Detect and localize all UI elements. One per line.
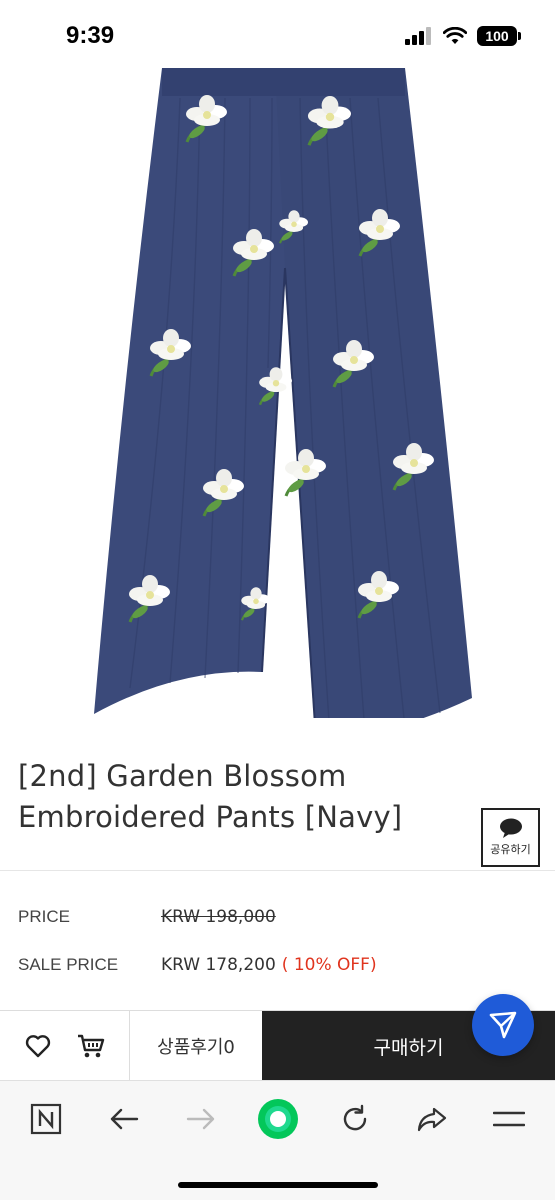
share-label: 공유하기 [490,843,531,856]
green-dot-icon [258,1099,298,1139]
refresh-button[interactable] [333,1097,377,1141]
paper-plane-icon [489,1011,517,1039]
wifi-icon [443,27,467,44]
menu-button[interactable] [487,1097,531,1141]
speech-bubble-icon [499,818,522,838]
arrow-right-icon [186,1108,215,1130]
browser-toolbar [0,1080,555,1200]
product-title: [2nd] Garden Blossom Embroidered Pants [… [18,759,403,834]
back-button[interactable] [102,1097,146,1141]
action-icons [0,1011,130,1081]
divider [0,870,555,871]
share-button[interactable]: 공유하기 [481,808,540,867]
discount-badge: ( 10% OFF) [281,955,377,975]
hamburger-menu-icon [493,1111,525,1127]
sale-price-label: SALE PRICE [18,955,119,974]
sale-price: KRW 178,200 [161,955,276,975]
product-image[interactable] [0,68,555,741]
heart-icon[interactable] [25,1034,51,1058]
greendot-button[interactable] [256,1097,300,1141]
pants-illustration [94,68,472,741]
cart-icon[interactable] [77,1033,105,1059]
floating-send-button[interactable] [472,994,534,1056]
cellular-signal-icon [405,27,431,45]
battery-icon: 100 [477,26,521,46]
home-indicator [178,1182,378,1188]
original-price: KRW 198,000 [161,907,276,927]
share-arrow-icon [417,1107,447,1132]
sale-price-row: SALE PRICE KRW 178,200 ( 10% OFF) [18,955,377,975]
status-time: 9:39 [66,22,115,49]
naver-n-icon [30,1103,62,1135]
arrow-left-icon [110,1108,139,1130]
forward-button[interactable] [179,1097,223,1141]
status-bar: 9:39 100 [0,0,555,68]
status-icons: 100 [405,26,521,46]
share-page-button[interactable] [410,1097,454,1141]
naver-home-button[interactable] [24,1097,68,1141]
refresh-icon [343,1104,367,1131]
battery-level: 100 [485,28,509,44]
price-label: PRICE [18,907,70,926]
price-row: PRICE KRW 198,000 [18,907,276,927]
review-button[interactable]: 상품후기0 [130,1011,262,1081]
